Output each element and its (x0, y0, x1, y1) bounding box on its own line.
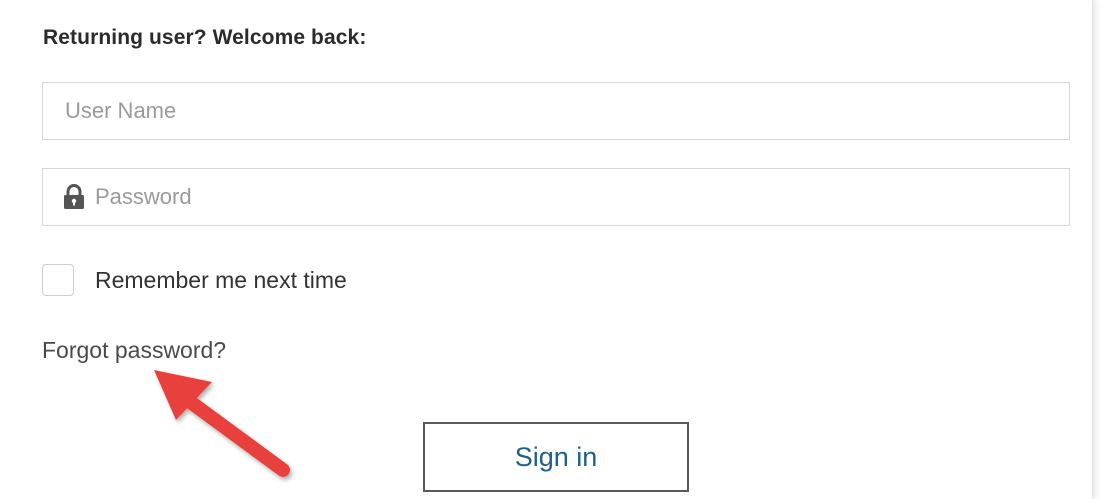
arrow-icon (154, 370, 290, 477)
remember-me-checkbox[interactable] (42, 264, 74, 296)
lock-icon (61, 183, 87, 211)
password-field[interactable] (42, 168, 1070, 226)
remember-me-row[interactable]: Remember me next time (42, 264, 347, 296)
sign-in-button[interactable]: Sign in (423, 422, 689, 492)
password-input[interactable] (95, 169, 1069, 225)
username-field[interactable] (42, 82, 1070, 140)
login-panel: Returning user? Welcome back: Remember m… (0, 0, 1093, 499)
screenshot-frame: Returning user? Welcome back: Remember m… (0, 0, 1102, 499)
username-input[interactable] (43, 83, 1069, 139)
remember-me-label[interactable]: Remember me next time (95, 267, 347, 294)
page-title: Returning user? Welcome back: (43, 26, 367, 49)
